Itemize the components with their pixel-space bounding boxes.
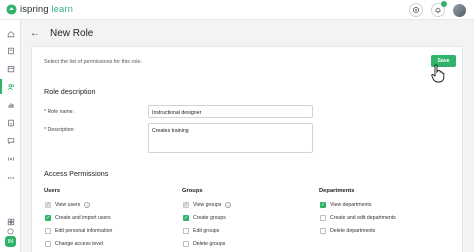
perm-edit-personal-info[interactable]: Edit personal information [45,228,112,234]
top-bar: ispring learn [0,0,474,20]
role-name-label: * Role name: [44,109,74,115]
ispring-logo-icon [6,4,17,15]
checkbox-unchecked[interactable] [45,228,51,234]
role-form-card: Select the list of permissions for this … [31,46,463,252]
perm-delete-groups[interactable]: Delete groups [183,241,225,247]
perm-create-edit-departments[interactable]: Create and edit departments [320,215,396,221]
checkbox-unchecked[interactable] [320,228,326,234]
hand-cursor-icon [431,64,445,83]
logo-text: ispring learn [20,4,74,15]
departments-column-title: Departments [319,188,355,194]
page-title: New Role [50,28,94,39]
groups-column-title: Groups [182,188,203,194]
user-menu-avatar[interactable]: IM [5,236,16,247]
users-icon[interactable] [0,79,18,94]
page-header: ← New Role [30,28,93,39]
perm-delete-departments[interactable]: Delete departments [320,228,375,234]
instructions-text: Select the list of permissions for this … [44,59,142,65]
notification-badge [441,1,447,7]
checkbox-unchecked[interactable] [183,241,189,247]
calendar-icon[interactable] [3,61,18,76]
sidebar: IM [0,20,21,252]
perm-view-groups[interactable]: ✓ View groups ? [183,202,232,208]
more-icon[interactable] [3,170,18,185]
home-icon[interactable] [3,26,18,41]
chart-icon[interactable] [3,97,18,112]
chat-icon[interactable] [3,133,18,148]
perm-create-import-users[interactable]: ✓ Create and import users [45,215,111,221]
perm-change-access-level[interactable]: Change access level [45,241,103,247]
help-icon[interactable] [3,227,18,235]
checkbox-unchecked[interactable] [320,215,326,221]
checkbox-checked[interactable]: ✓ [183,215,189,221]
avatar[interactable] [453,3,466,17]
role-name-input[interactable]: Instructional designer [148,105,313,118]
perm-view-departments[interactable]: ✓ View departments [320,202,371,208]
checkbox-unchecked[interactable] [183,228,189,234]
description-label: * Description: [44,127,75,133]
help-icon[interactable]: ? [225,202,232,208]
notifications-icon[interactable] [431,1,447,17]
help-icon[interactable]: ? [84,202,91,208]
broadcast-icon[interactable] [3,151,18,166]
checkbox-unchecked[interactable] [45,241,51,247]
book-icon[interactable] [3,43,18,58]
users-column-title: Users [44,188,61,194]
back-arrow-icon[interactable]: ← [30,28,40,39]
perm-edit-groups[interactable]: Edit groups [183,228,219,234]
checkbox-locked[interactable]: ✓ [45,202,51,208]
role-description-title: Role description [44,87,96,96]
checkbox-locked[interactable]: ✓ [183,202,189,208]
perm-view-users[interactable]: ✓ View users ? [45,202,91,208]
report-icon[interactable] [3,115,18,130]
description-textarea[interactable]: Creates training [148,123,313,153]
checkbox-checked[interactable]: ✓ [45,215,51,221]
checkbox-checked[interactable]: ✓ [320,202,326,208]
access-permissions-title: Access Permissions [44,169,109,178]
logo[interactable]: ispring learn [6,4,73,15]
perm-create-groups[interactable]: ✓ Create groups [183,215,226,221]
support-icon[interactable] [409,3,423,17]
